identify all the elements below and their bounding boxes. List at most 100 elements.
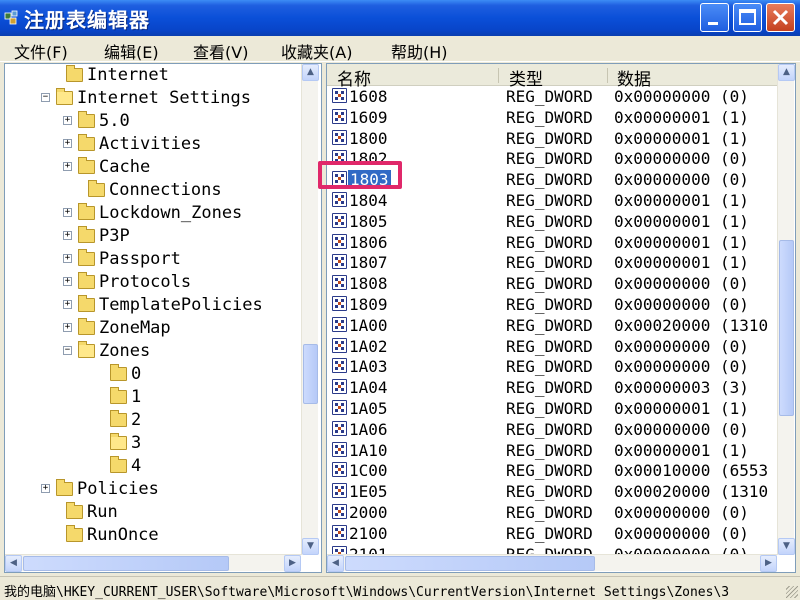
reg-dword-icon bbox=[332, 129, 347, 145]
list-horizontal-scrollbar[interactable]: ◀ ▶ bbox=[327, 554, 777, 572]
expand-icon[interactable]: + bbox=[63, 300, 72, 309]
value-type: REG_DWORD bbox=[506, 357, 593, 377]
tree-item[interactable]: − Zones bbox=[5, 341, 301, 363]
list-row[interactable]: 1806 REG_DWORD 0x00000001 (1) bbox=[327, 232, 779, 253]
scroll-down-arrow-icon[interactable]: ▼ bbox=[778, 538, 795, 555]
reg-dword-icon bbox=[332, 171, 347, 187]
tree-item[interactable]: Internet bbox=[5, 65, 301, 87]
value-data: 0x00000001 (1) bbox=[614, 128, 749, 148]
tree-item[interactable]: 4 bbox=[5, 456, 301, 478]
value-name: 1800 bbox=[349, 128, 388, 148]
list-row[interactable]: 1800 REG_DWORD 0x00000001 (1) bbox=[327, 128, 779, 149]
scroll-down-arrow-icon[interactable]: ▼ bbox=[302, 538, 319, 555]
tree-item[interactable]: + ZoneMap bbox=[5, 318, 301, 340]
list-row[interactable]: 1805 REG_DWORD 0x00000001 (1) bbox=[327, 211, 779, 232]
tree-item[interactable]: RunOnce bbox=[5, 525, 301, 547]
scrollbar-thumb[interactable] bbox=[345, 556, 595, 571]
list-row[interactable]: 1A00 REG_DWORD 0x00020000 (1310 bbox=[327, 315, 779, 336]
list-row[interactable]: 1A04 REG_DWORD 0x00000003 (3) bbox=[327, 377, 779, 398]
value-type: REG_DWORD bbox=[506, 399, 593, 418]
value-type: REG_DWORD bbox=[506, 419, 593, 439]
list-row[interactable]: 1A10 REG_DWORD 0x00000001 (1) bbox=[327, 440, 779, 461]
list-row[interactable]: 1803 REG_DWORD 0x00000000 (0) bbox=[327, 169, 779, 190]
expand-icon[interactable]: + bbox=[63, 254, 72, 263]
list-vertical-scrollbar[interactable]: ▲ ▼ bbox=[777, 64, 795, 555]
list-row[interactable]: 1807 REG_DWORD 0x00000001 (1) bbox=[327, 252, 779, 273]
tree-item[interactable]: + Policies bbox=[5, 479, 301, 501]
tree-item[interactable]: + P3P bbox=[5, 226, 301, 248]
expand-icon[interactable]: + bbox=[63, 231, 72, 240]
tree-item-label: Protocols bbox=[99, 272, 192, 292]
tree-item[interactable]: 1 bbox=[5, 387, 301, 409]
expand-icon[interactable]: + bbox=[41, 484, 50, 493]
list-row[interactable]: 1804 REG_DWORD 0x00000001 (1) bbox=[327, 190, 779, 211]
reg-dword-icon bbox=[332, 462, 347, 478]
minimize-icon bbox=[708, 22, 718, 25]
resize-grip-icon[interactable] bbox=[786, 586, 798, 598]
column-separator[interactable] bbox=[498, 68, 499, 83]
tree-item[interactable]: Run bbox=[5, 502, 301, 524]
expand-icon[interactable]: + bbox=[63, 162, 72, 171]
tree-item[interactable]: +5.0 bbox=[5, 111, 301, 133]
scroll-up-arrow-icon[interactable]: ▲ bbox=[302, 64, 319, 81]
expand-icon[interactable]: + bbox=[63, 116, 72, 125]
tree-horizontal-scrollbar[interactable]: ◀ ▶ bbox=[5, 554, 301, 572]
list-row[interactable]: 1609 REG_DWORD 0x00000001 (1) bbox=[327, 107, 779, 128]
scrollbar-thumb[interactable] bbox=[303, 344, 318, 404]
list-row[interactable]: 1A05 REG_DWORD 0x00000001 (1) bbox=[327, 398, 779, 419]
tree-item[interactable]: − Internet Settings bbox=[5, 88, 301, 110]
tree-item[interactable]: Connections bbox=[5, 180, 301, 202]
value-data: 0x00010000 (6553 bbox=[614, 461, 769, 481]
list-row[interactable]: 1A02 REG_DWORD 0x00000000 (0) bbox=[327, 336, 779, 357]
expand-icon[interactable]: + bbox=[63, 139, 72, 148]
list-row[interactable]: 1809 REG_DWORD 0x00000000 (0) bbox=[327, 294, 779, 315]
scrollbar-thumb[interactable] bbox=[23, 556, 229, 571]
expand-icon[interactable]: + bbox=[63, 277, 72, 286]
tree-item[interactable]: 3 bbox=[5, 433, 301, 455]
menu-edit[interactable]: 编辑(E) bbox=[104, 39, 159, 63]
tree-item[interactable]: + Activities bbox=[5, 134, 301, 156]
tree-item[interactable]: + Cache bbox=[5, 157, 301, 179]
scroll-left-arrow-icon[interactable]: ◀ bbox=[327, 555, 344, 572]
tree-item[interactable]: + Lockdown_Zones bbox=[5, 203, 301, 225]
list-row[interactable]: 1C00 REG_DWORD 0x00010000 (6553 bbox=[327, 460, 779, 481]
menu-file[interactable]: 文件(F) bbox=[14, 39, 68, 63]
collapse-icon[interactable]: − bbox=[63, 346, 72, 355]
tree-vertical-scrollbar[interactable]: ▲ ▼ bbox=[301, 64, 319, 555]
list-row[interactable]: 1608 REG_DWORD 0x00000000 (0) bbox=[327, 86, 779, 107]
list-row[interactable]: 1802 REG_DWORD 0x00000000 (0) bbox=[327, 148, 779, 169]
minimize-button[interactable] bbox=[700, 3, 729, 32]
list-row[interactable]: 1808 REG_DWORD 0x00000000 (0) bbox=[327, 273, 779, 294]
list-row[interactable]: 2100 REG_DWORD 0x00000000 (0) bbox=[327, 523, 779, 544]
scroll-left-arrow-icon[interactable]: ◀ bbox=[5, 555, 22, 572]
reg-dword-icon bbox=[332, 254, 347, 270]
tree-item[interactable]: + TemplatePolicies bbox=[5, 295, 301, 317]
column-separator[interactable] bbox=[607, 68, 608, 83]
scrollbar-thumb[interactable] bbox=[779, 240, 794, 416]
menu-help[interactable]: 帮助(H) bbox=[391, 39, 448, 63]
tree-item-label: Lockdown_Zones bbox=[99, 203, 243, 223]
folder-icon bbox=[88, 180, 105, 197]
value-list[interactable]: 名称 类型 数据 1608 REG_DWORD 0x00000000 (0) 1609… bbox=[326, 63, 796, 573]
tree-item[interactable]: 2 bbox=[5, 410, 301, 432]
tree-item[interactable]: + Passport bbox=[5, 249, 301, 271]
close-button[interactable] bbox=[766, 3, 795, 32]
value-type: REG_DWORD bbox=[506, 336, 593, 356]
list-row[interactable]: 1A06 REG_DWORD 0x00000000 (0) bbox=[327, 419, 779, 440]
scroll-up-arrow-icon[interactable]: ▲ bbox=[778, 64, 795, 81]
title-bar[interactable]: 注册表编辑器 bbox=[0, 0, 800, 36]
maximize-button[interactable] bbox=[733, 3, 762, 32]
list-row[interactable]: 1A03 REG_DWORD 0x00000000 (0) bbox=[327, 356, 779, 377]
expand-icon[interactable]: + bbox=[63, 323, 72, 332]
registry-tree[interactable]: Internet − Internet Settings +5.0 + Activitie… bbox=[4, 63, 322, 573]
tree-item[interactable]: + Protocols bbox=[5, 272, 301, 294]
list-row[interactable]: 1E05 REG_DWORD 0x00020000 (1310 bbox=[327, 481, 779, 502]
tree-item[interactable]: 0 bbox=[5, 364, 301, 386]
menu-favorites[interactable]: 收藏夹(A) bbox=[281, 39, 352, 63]
scroll-right-arrow-icon[interactable]: ▶ bbox=[284, 555, 301, 572]
list-row[interactable]: 2000 REG_DWORD 0x00000000 (0) bbox=[327, 502, 779, 523]
menu-view[interactable]: 查看(V) bbox=[193, 39, 248, 63]
expand-icon[interactable]: + bbox=[63, 208, 72, 217]
collapse-icon[interactable]: − bbox=[41, 93, 50, 102]
scroll-right-arrow-icon[interactable]: ▶ bbox=[760, 555, 777, 572]
